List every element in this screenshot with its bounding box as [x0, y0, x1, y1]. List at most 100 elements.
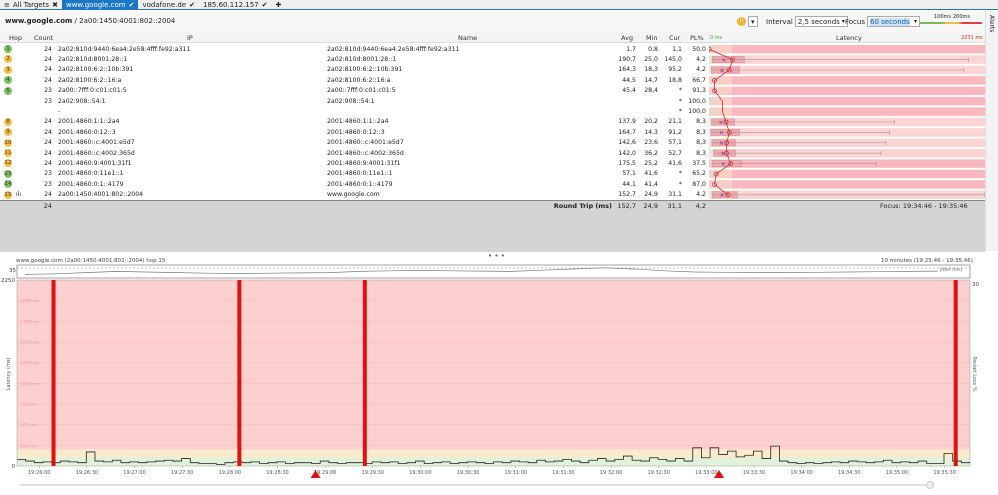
- latency-scale-legend: 100ms 200ms: [920, 14, 982, 28]
- table-row[interactable]: 5 23 2a00::7fff:0:c01:c01:5 2a00::7fff:0:c0…: [0, 86, 709, 96]
- cell-avg: 44,5: [622, 76, 636, 84]
- focus-select[interactable]: 60 seconds ▾: [867, 16, 920, 27]
- x-tick-label: 19:26:00: [28, 470, 50, 476]
- col-pl[interactable]: PL%: [690, 34, 704, 42]
- col-min[interactable]: Min: [646, 34, 658, 42]
- splitter-handle[interactable]: • • •: [488, 252, 505, 260]
- table-row[interactable]: 10 24 2001:4860::c:4001:e5d7 2001:4860::c:4…: [0, 138, 709, 148]
- table-row[interactable]: - * 100,0: [0, 106, 709, 116]
- yellow-zone: [719, 76, 732, 85]
- tab-ip[interactable]: 185.60.112.157 ✔: [199, 0, 272, 10]
- cell-count: 24: [44, 55, 52, 63]
- medium-latency-band: [17, 449, 970, 458]
- tab-vodafone[interactable]: vodafone.de ✔: [138, 0, 199, 10]
- x-tick-label: 19:28:00: [219, 470, 241, 476]
- col-name[interactable]: Name: [458, 34, 477, 42]
- cell-cur: *: [678, 180, 682, 188]
- row-latency-bg: [709, 107, 985, 116]
- tab-all-targets[interactable]: ≡ All Targets ✖: [0, 0, 62, 10]
- table-row[interactable]: 3 24 2a02:8100:6:2::10b:391 2a02:8100:6:2::…: [0, 65, 709, 75]
- y-tick-label: 250 ms: [20, 443, 37, 449]
- tab-google[interactable]: www.google.com ✔: [61, 0, 139, 10]
- check-icon: ✔: [261, 0, 268, 9]
- table-row[interactable]: 4 24 2a02:8100:6:2::16:a 2a02:8100:6:2::16:…: [0, 75, 709, 85]
- cell-ip: 2a00:1450:4001:802::2004: [58, 191, 144, 199]
- min-marker: ×: [721, 161, 726, 168]
- cell-ip: 2a02:8100:6:2::16:a: [58, 76, 122, 84]
- table-row[interactable]: 23 2a02:908::54:1 2a02:908::54:1 * 100,0: [0, 96, 709, 106]
- pause-button[interactable]: II ▾: [737, 16, 758, 27]
- cell-hop: 3: [4, 65, 12, 74]
- cell-pl: 91,3: [692, 87, 706, 95]
- cell-ip: 2001:4860:1:1::2a4: [58, 118, 120, 126]
- yellow-zone: [719, 180, 732, 189]
- col-cur[interactable]: Cur: [669, 34, 680, 42]
- cell-name: 2a02:8100:6:2::10b:391: [327, 66, 403, 74]
- x-tick-label: 19:28:30: [266, 470, 288, 476]
- row-latency-bg: [709, 76, 985, 85]
- cell-name: 2001:4860::c:4001:e5d7: [327, 139, 404, 147]
- add-tab-button[interactable]: ✚: [272, 0, 286, 10]
- yellow-zone: [719, 107, 732, 116]
- cell-min: 24,9: [644, 191, 658, 199]
- cell-ip: 2a02:810d:9440:6ea4:2e58:4fff:fe92:a311: [58, 45, 191, 53]
- table-row[interactable]: 9 24 2001:4860:0:12::3 2001:4860:0:12::3 164…: [0, 127, 709, 137]
- y-tick-label: 1750 ms: [20, 319, 40, 325]
- table-row[interactable]: 1 24 2a02:810d:9440:6ea4:2e58:4fff:fe92:a3…: [0, 44, 709, 54]
- y-tick-label: 0: [12, 464, 16, 470]
- breadcrumb: www.google.com / 2a00:1450:4001:802::200…: [5, 17, 176, 25]
- pause-dropdown[interactable]: ▾: [748, 16, 758, 27]
- min-marker: ×: [719, 67, 724, 74]
- x-tick-label: 19:31:30: [552, 470, 574, 476]
- col-avg[interactable]: Avg: [621, 34, 633, 42]
- cell-cur: *: [678, 170, 682, 178]
- min-marker: ×: [722, 57, 727, 64]
- cell-avg: 44,1: [622, 180, 636, 188]
- cell-count: 24: [44, 128, 52, 136]
- cell-cur: 1,1: [672, 45, 682, 53]
- cell-ip: 2a02:908::54:1: [58, 97, 106, 105]
- cell-avg: 45,4: [622, 87, 636, 95]
- cell-pl: 8,3: [696, 149, 706, 157]
- cell-pl: 100,0: [688, 97, 706, 105]
- green-zone: [709, 76, 719, 85]
- table-row[interactable]: 15 24 2a00:1450:4001:802::2004 www.google.c…: [0, 190, 709, 200]
- row-latency-bg: [709, 45, 985, 54]
- col-count[interactable]: Count: [34, 34, 53, 42]
- cell-pl: 4,2: [696, 55, 706, 63]
- chart-icon[interactable]: ılı: [16, 191, 21, 198]
- row-latency-bg: [709, 180, 985, 189]
- high-latency-band: [17, 280, 970, 466]
- table-row[interactable]: 14 23 2001:4860:0:1::4179 2001:4860:0:1::41…: [0, 179, 709, 189]
- table-row[interactable]: 12 24 2001:4860:9:4001:31f1 2001:4860:9:400…: [0, 158, 709, 168]
- cell-pl: 8,3: [696, 118, 706, 126]
- cell-ip: 2001:4860::c:4002:365d: [58, 149, 135, 157]
- min-marker: ×: [718, 119, 723, 126]
- alerts-panel-toggle[interactable]: Alerts: [985, 11, 998, 251]
- col-hop[interactable]: Hop: [9, 34, 22, 42]
- min-marker: ×: [720, 192, 725, 199]
- interval-select[interactable]: 2,5 seconds ▾: [794, 16, 848, 27]
- col-latency[interactable]: Latency: [836, 34, 862, 42]
- close-icon[interactable]: ✖: [52, 0, 58, 10]
- cell-min: 20,2: [644, 118, 658, 126]
- table-row[interactable]: 13 23 2001:4860:0:11e1::1 2001:4860:0:11e1:…: [0, 169, 709, 179]
- green-zone: [709, 86, 719, 95]
- cell-pl: 8,3: [696, 128, 706, 136]
- table-header: Hop Count IP Name Avg Min Cur PL% 0 ms L…: [0, 32, 985, 43]
- table-row[interactable]: 11 24 2001:4860::c:4002:365d 2001:4860::c:4…: [0, 148, 709, 158]
- x-tick-label: 19:33:30: [743, 470, 765, 476]
- cell-pl: 50,0: [692, 45, 706, 53]
- table-row[interactable]: 2 24 2a02:810d:8001:28::1 2a02:810d:8001:28…: [0, 54, 709, 64]
- cell-cur: *: [678, 97, 682, 105]
- cell-avg: 164,7: [618, 128, 636, 136]
- y2-max-label: 30: [972, 282, 979, 288]
- cell-min: 25,2: [644, 159, 658, 167]
- table-row[interactable]: 8 24 2001:4860:1:1::2a4 2001:4860:1:1::2a4 1…: [0, 117, 709, 127]
- cell-avg: 190,7: [618, 55, 636, 63]
- cell-count: 24: [44, 149, 52, 157]
- cell-name: 2a02:810d:9440:6ea4:2e58:4fff:fe92:a311: [327, 45, 460, 53]
- scrollbar-thumb[interactable]: [926, 481, 934, 489]
- col-ip[interactable]: IP: [187, 34, 193, 42]
- cell-pl: 66,7: [692, 76, 706, 84]
